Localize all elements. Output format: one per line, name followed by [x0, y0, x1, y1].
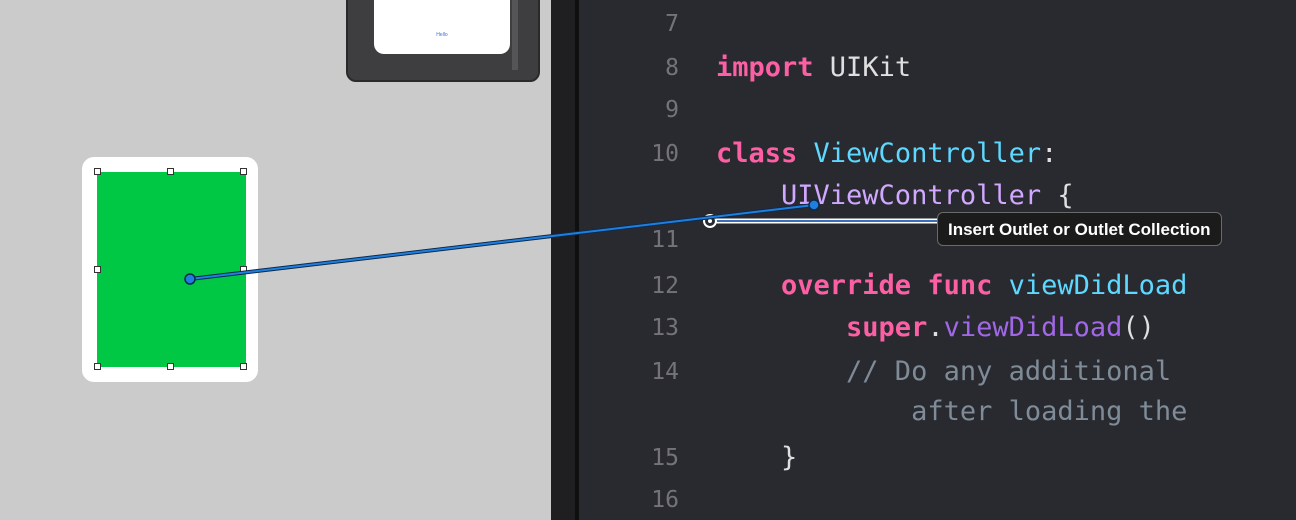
resize-handle-middle-left[interactable] [94, 266, 101, 273]
code-token: super [716, 312, 928, 343]
code-line[interactable]: 7 [579, 4, 1296, 44]
code-line[interactable]: 15 } [579, 438, 1296, 478]
code-line[interactable]: after loading the [579, 392, 1296, 432]
line-number: 10 [651, 141, 679, 167]
code-line[interactable]: 16 [579, 480, 1296, 520]
code-token: after loading the [716, 396, 1188, 427]
code-token: viewDidLoad [943, 312, 1123, 343]
resize-handle-bottom-center[interactable] [167, 363, 174, 370]
code-text: // Do any additional [716, 352, 1171, 392]
code-line[interactable]: 10 class ViewController: [579, 134, 1296, 174]
code-token: : [1041, 138, 1058, 169]
code-line[interactable]: 13 super.viewDidLoad() [579, 308, 1296, 348]
resize-handle-top-left[interactable] [94, 168, 101, 175]
line-number: 8 [665, 55, 679, 81]
code-token: // Do any additional [716, 356, 1172, 387]
line-number: 12 [651, 273, 679, 299]
code-line[interactable]: UIViewController { [579, 176, 1296, 216]
code-token: } [716, 442, 798, 473]
storyboard-canvas[interactable]: Hello [0, 0, 551, 520]
scene-thumbnail[interactable]: Hello [346, 0, 540, 82]
line-number: 16 [651, 487, 679, 513]
code-text: } [716, 438, 797, 478]
scene-thumbnail-screen: Hello [374, 0, 510, 54]
code-editor[interactable]: 7 8 import UIKit 9 10 class ViewController: U… [579, 0, 1296, 520]
xcode-assistant-editor: Hello 7 8 import UIKit 9 10 class ViewControl… [0, 0, 1296, 520]
code-token: () [1122, 312, 1155, 343]
code-token: class [716, 138, 798, 169]
code-token: import [716, 52, 814, 83]
line-number [579, 176, 679, 216]
code-token: ViewController [797, 138, 1042, 169]
code-line[interactable]: 8 import UIKit [579, 48, 1296, 88]
code-token: . [927, 312, 944, 343]
code-text: import UIKit [716, 48, 911, 88]
green-uiview[interactable] [97, 172, 246, 367]
line-number: 9 [665, 97, 679, 123]
insert-outlet-tooltip: Insert Outlet or Outlet Collection [937, 212, 1222, 246]
code-text: super.viewDidLoad() [716, 308, 1155, 348]
code-text: override func viewDidLoad [716, 266, 1187, 306]
code-token: viewDidLoad [992, 270, 1188, 301]
code-text: class ViewController: [716, 134, 1057, 174]
resize-handle-top-center[interactable] [167, 168, 174, 175]
code-line[interactable]: 14 // Do any additional [579, 352, 1296, 392]
resize-handle-top-right[interactable] [240, 168, 247, 175]
code-token: override [716, 270, 912, 301]
code-line[interactable]: 9 [579, 90, 1296, 130]
code-token: func [911, 270, 993, 301]
scene-thumbnail-edge [512, 0, 518, 70]
code-token: { [1041, 180, 1074, 211]
code-line[interactable]: 12 override func viewDidLoad [579, 266, 1296, 306]
resize-handle-middle-right[interactable] [240, 266, 247, 273]
line-number: 7 [665, 11, 679, 37]
code-text: after loading the [716, 392, 1187, 432]
code-token: UIViewController [716, 180, 1042, 211]
line-number [579, 392, 679, 432]
line-number: 14 [651, 359, 679, 385]
scene-thumbnail-caption: Hello [436, 32, 448, 38]
editor-split-gutter[interactable] [551, 0, 575, 520]
code-text: UIViewController { [716, 176, 1074, 216]
line-number: 13 [651, 315, 679, 341]
line-number: 15 [651, 445, 679, 471]
resize-handle-bottom-right[interactable] [240, 363, 247, 370]
resize-handle-bottom-left[interactable] [94, 363, 101, 370]
code-token: UIKit [813, 52, 912, 83]
